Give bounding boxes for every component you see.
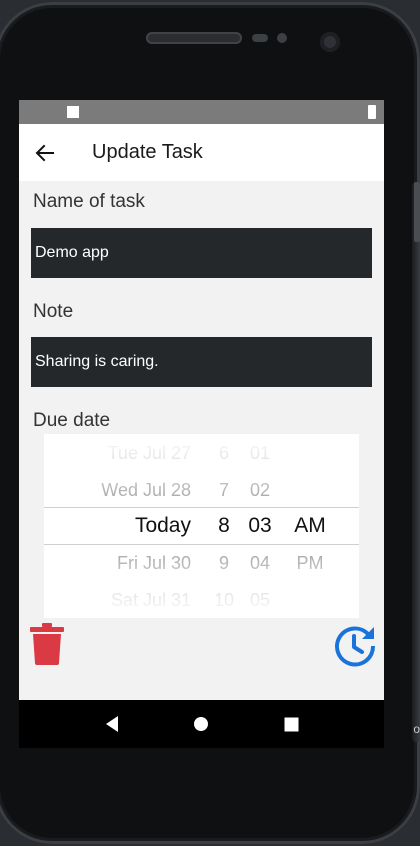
front-camera bbox=[320, 32, 340, 52]
picker-hour-selected[interactable]: 8 bbox=[214, 514, 234, 538]
device-screen: Update Task Name of task Demo app Note S… bbox=[19, 100, 384, 748]
picker-minute-item[interactable]: 02 bbox=[246, 480, 274, 501]
earpiece-speaker bbox=[146, 32, 242, 44]
due-date-label: Due date bbox=[33, 410, 111, 431]
system-nav-bar bbox=[19, 700, 384, 748]
triangle-back-icon bbox=[105, 716, 118, 732]
content-bottom-spacer bbox=[19, 667, 384, 700]
notification-icon bbox=[67, 106, 79, 118]
picker-hour-item[interactable]: 6 bbox=[214, 443, 234, 464]
picker-day-item[interactable]: Wed Jul 28 bbox=[101, 480, 191, 501]
nav-back-button[interactable] bbox=[100, 712, 124, 736]
picker-ampm-selected[interactable]: AM bbox=[290, 514, 330, 538]
picker-day-item[interactable]: Fri Jul 30 bbox=[117, 553, 191, 574]
app-bar: Update Task bbox=[19, 124, 384, 181]
phone-side-edge bbox=[412, 182, 420, 742]
battery-icon bbox=[368, 105, 376, 119]
square-recents-icon bbox=[284, 717, 299, 731]
picker-day-item[interactable]: Sat Jul 31 bbox=[111, 590, 191, 611]
note-field[interactable]: Sharing is caring. bbox=[31, 337, 372, 387]
picker-selection-line-top bbox=[44, 507, 359, 508]
nav-home-button[interactable] bbox=[189, 712, 213, 736]
picker-minute-item[interactable]: 01 bbox=[246, 443, 274, 464]
picker-hour-item[interactable]: 10 bbox=[214, 590, 234, 611]
picker-day-selected[interactable]: Today bbox=[135, 514, 191, 538]
nav-recents-button[interactable] bbox=[279, 712, 303, 736]
task-name-field[interactable]: Demo app bbox=[31, 228, 372, 278]
task-name-label: Name of task bbox=[33, 191, 145, 212]
picker-selection-line-bottom bbox=[44, 544, 359, 545]
trash-icon bbox=[30, 623, 64, 665]
light-sensor bbox=[277, 33, 287, 43]
picker-fade-top bbox=[44, 434, 359, 504]
date-time-picker[interactable]: Tue Jul 27 Wed Jul 28 Today Fri Jul 30 S… bbox=[44, 434, 359, 618]
picker-ampm-item[interactable]: PM bbox=[290, 553, 330, 574]
picker-minute-selected[interactable]: 03 bbox=[246, 514, 274, 538]
picker-hour-item[interactable]: 9 bbox=[214, 553, 234, 574]
edge-text: o bbox=[413, 722, 420, 736]
update-clock-icon bbox=[335, 626, 376, 667]
phone-side-button bbox=[414, 182, 420, 242]
proximity-sensor bbox=[252, 34, 268, 42]
note-label: Note bbox=[33, 301, 74, 322]
picker-hour-item[interactable]: 7 bbox=[214, 480, 234, 501]
page-title: Update Task bbox=[92, 141, 203, 163]
update-time-button[interactable] bbox=[333, 624, 377, 668]
picker-minute-item[interactable]: 04 bbox=[246, 553, 274, 574]
picker-minute-item[interactable]: 05 bbox=[246, 590, 274, 611]
back-button[interactable] bbox=[19, 124, 71, 181]
picker-day-item[interactable]: Tue Jul 27 bbox=[108, 443, 191, 464]
status-bar bbox=[19, 100, 384, 124]
circle-home-icon bbox=[194, 717, 209, 731]
delete-button[interactable] bbox=[30, 623, 64, 665]
arrow-back-icon bbox=[35, 144, 54, 161]
